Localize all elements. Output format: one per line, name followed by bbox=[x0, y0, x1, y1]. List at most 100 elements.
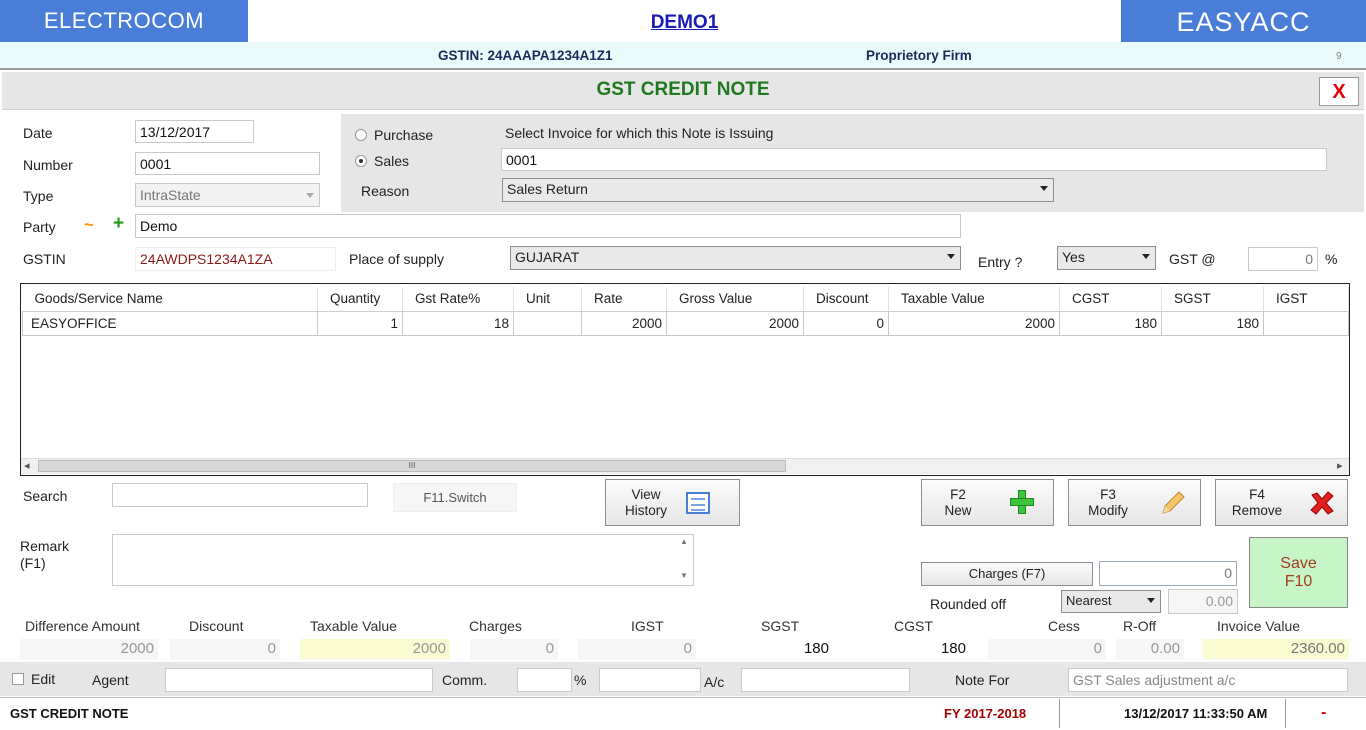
scrollbar-thumb[interactable]: III bbox=[38, 460, 786, 472]
charges-field[interactable]: 0 bbox=[1099, 561, 1237, 586]
table-cell[interactable]: 0 bbox=[803, 310, 889, 336]
comm-field[interactable] bbox=[517, 668, 572, 692]
column-header[interactable]: Taxable Value bbox=[888, 287, 1060, 312]
remark-scroll-up-icon[interactable]: ▲ bbox=[680, 537, 688, 546]
number-field[interactable]: 0001 bbox=[135, 152, 320, 175]
invoice-field[interactable]: 0001 bbox=[501, 148, 1327, 171]
cess-label: Cess bbox=[1048, 618, 1080, 634]
cgst-value: 180 bbox=[852, 639, 970, 659]
rounding-mode-select[interactable]: Nearest bbox=[1061, 590, 1161, 613]
entry-label: Entry ? bbox=[978, 254, 1023, 270]
reason-label: Reason bbox=[361, 183, 410, 199]
company-name-link[interactable]: DEMO1 bbox=[248, 0, 1121, 42]
table-cell[interactable]: 180 bbox=[1059, 310, 1162, 336]
table-cell[interactable]: 180 bbox=[1161, 310, 1264, 336]
search-input[interactable] bbox=[112, 483, 368, 507]
gst-rate-label: GST @ bbox=[1169, 251, 1216, 267]
rounding-mode-value: Nearest bbox=[1066, 593, 1112, 608]
remark-textarea[interactable] bbox=[112, 534, 694, 586]
entry-value: Yes bbox=[1062, 249, 1085, 265]
edit-label: Edit bbox=[31, 671, 56, 687]
agent-field[interactable] bbox=[165, 668, 433, 692]
plus-icon bbox=[1010, 490, 1034, 514]
history-icon bbox=[686, 492, 710, 514]
brand-right: EASYACC bbox=[1121, 0, 1366, 42]
save-shortcut: F10 bbox=[1284, 573, 1313, 590]
table-cell[interactable] bbox=[1263, 310, 1349, 336]
gst-rate-percent: % bbox=[1325, 251, 1338, 267]
column-header[interactable]: Gross Value bbox=[666, 287, 804, 312]
column-header[interactable]: Gst Rate% bbox=[402, 287, 514, 312]
table-cell[interactable]: 2000 bbox=[581, 310, 667, 336]
sgst-value: 180 bbox=[715, 639, 833, 659]
reason-select[interactable]: Sales Return bbox=[502, 178, 1054, 202]
party-tilde-icon[interactable]: ~ bbox=[84, 215, 94, 235]
view-history-label-1: View bbox=[631, 487, 661, 502]
company-gstin: GSTIN: 24AAAPA1234A1Z1 bbox=[438, 48, 613, 63]
table-row[interactable]: EASYOFFICE 1 18 2000 2000 0 2000 180 180 bbox=[22, 310, 1349, 336]
edit-checkbox[interactable] bbox=[12, 673, 24, 685]
scroll-left-icon[interactable]: ◂ bbox=[24, 459, 30, 472]
status-divider-2 bbox=[1285, 699, 1286, 728]
chevron-down-icon bbox=[306, 193, 314, 198]
table-cell[interactable]: 1 bbox=[317, 310, 403, 336]
gst-rate-field[interactable]: 0 bbox=[1248, 247, 1318, 271]
purchase-label: Purchase bbox=[374, 127, 434, 143]
view-history-button[interactable]: View History bbox=[605, 479, 740, 526]
table-cell[interactable] bbox=[513, 310, 582, 336]
column-header[interactable]: Unit bbox=[513, 287, 582, 312]
minimize-indicator[interactable]: - bbox=[1321, 704, 1326, 722]
table-cell[interactable]: 18 bbox=[402, 310, 514, 336]
rounded-off-field: 0.00 bbox=[1168, 589, 1238, 614]
rounded-off-label: Rounded off bbox=[930, 596, 1007, 612]
ac-field[interactable] bbox=[741, 668, 910, 692]
sgst-label: SGST bbox=[761, 618, 800, 634]
column-header[interactable]: IGST bbox=[1263, 287, 1349, 312]
round-off-label: R-Off bbox=[1123, 618, 1157, 634]
info-bar bbox=[0, 42, 1366, 70]
place-of-supply-select[interactable]: GUJARAT bbox=[510, 246, 961, 270]
corner-number: 9 bbox=[1336, 51, 1342, 62]
purchase-radio[interactable] bbox=[355, 129, 367, 141]
scroll-right-icon[interactable]: ▸ bbox=[1337, 459, 1343, 472]
note-for-label: Note For bbox=[955, 672, 1010, 688]
status-divider bbox=[1059, 699, 1060, 728]
close-button[interactable]: X bbox=[1319, 77, 1359, 106]
select-invoice-label: Select Invoice for which this Note is Is… bbox=[505, 125, 774, 141]
cess-value: 0 bbox=[988, 639, 1106, 659]
new-label: New bbox=[944, 503, 972, 518]
view-history-label-2: History bbox=[624, 503, 667, 518]
remove-button[interactable]: F4 Remove bbox=[1215, 479, 1348, 526]
column-header[interactable]: Quantity bbox=[317, 287, 403, 312]
entry-select[interactable]: Yes bbox=[1057, 246, 1156, 270]
date-field[interactable]: 13/12/2017 bbox=[135, 120, 254, 143]
column-header[interactable]: CGST bbox=[1059, 287, 1162, 312]
reason-value: Sales Return bbox=[507, 181, 588, 197]
difference-amount-label: Difference Amount bbox=[25, 618, 140, 634]
sales-radio[interactable] bbox=[355, 155, 367, 167]
save-button[interactable]: Save F10 bbox=[1249, 537, 1348, 608]
remark-scroll-down-icon[interactable]: ▼ bbox=[680, 571, 688, 580]
comm-label: Comm. bbox=[442, 672, 488, 688]
chevron-down-icon bbox=[1147, 598, 1155, 603]
note-for-field[interactable]: GST Sales adjustment a/c bbox=[1068, 668, 1348, 692]
party-field[interactable]: Demo bbox=[135, 214, 961, 238]
column-header[interactable]: SGST bbox=[1161, 287, 1264, 312]
table-cell[interactable]: 2000 bbox=[888, 310, 1060, 336]
modify-button[interactable]: F3 Modify bbox=[1068, 479, 1201, 526]
place-of-supply-value: GUJARAT bbox=[515, 249, 580, 265]
comm-amount-field[interactable] bbox=[599, 668, 701, 692]
cgst-label: CGST bbox=[894, 618, 933, 634]
table-cell[interactable]: 2000 bbox=[666, 310, 804, 336]
column-header[interactable]: Discount bbox=[803, 287, 889, 312]
column-header[interactable]: Goods/Service Name bbox=[22, 287, 318, 312]
items-table: Goods/Service Name Quantity Gst Rate% Un… bbox=[22, 287, 1349, 336]
new-button[interactable]: F2 New bbox=[921, 479, 1054, 526]
charges-button[interactable]: Charges (F7) bbox=[921, 562, 1093, 586]
table-cell[interactable]: EASYOFFICE bbox=[22, 310, 318, 336]
gstin-field[interactable]: 24AWDPS1234A1ZA bbox=[135, 247, 336, 271]
switch-button[interactable]: F11.Switch bbox=[393, 483, 517, 512]
number-label: Number bbox=[23, 157, 73, 173]
column-header[interactable]: Rate bbox=[581, 287, 667, 312]
add-party-icon[interactable]: + bbox=[113, 213, 124, 235]
